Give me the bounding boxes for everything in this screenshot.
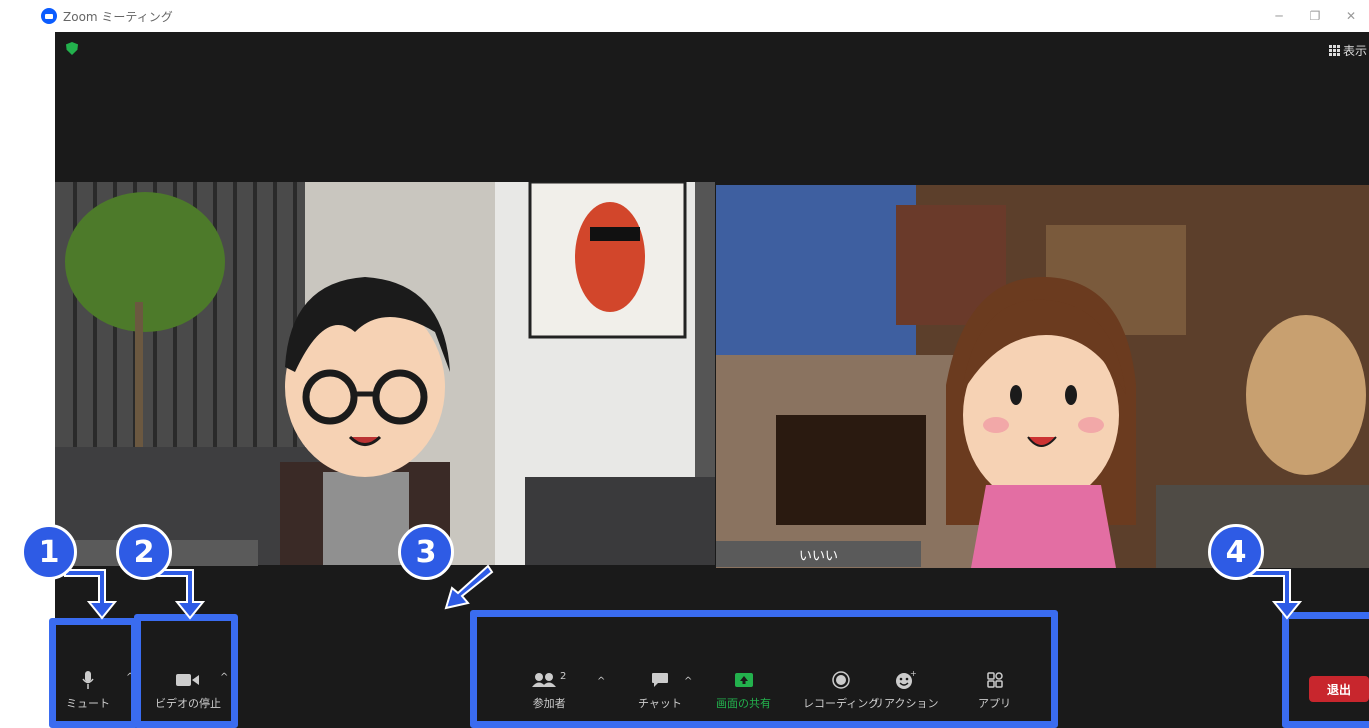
view-button[interactable]: 表示 <box>1328 42 1367 59</box>
highlight-box-mute <box>49 618 138 728</box>
highlight-box-leave <box>1282 612 1369 728</box>
callout-badge-4: 4 <box>1208 524 1264 580</box>
zoom-app-icon <box>41 8 57 24</box>
grid-icon <box>1328 45 1340 56</box>
callout-badge-2: 2 <box>116 524 172 580</box>
minimize-icon[interactable]: ─ <box>1261 9 1297 23</box>
highlight-box-video <box>134 614 238 728</box>
callout-badge-1: 1 <box>21 524 77 580</box>
video-tile-2[interactable] <box>716 185 1369 568</box>
window-controls: ─ ❐ ✕ <box>1261 0 1369 32</box>
name-tag-2: いいい <box>716 541 921 567</box>
video-feed-2 <box>716 185 1369 568</box>
view-label: 表示 <box>1342 44 1367 58</box>
close-icon[interactable]: ✕ <box>1333 9 1369 23</box>
title-bar: Zoom ミーティング ─ ❐ ✕ <box>0 0 1369 32</box>
callout-badge-3: 3 <box>398 524 454 580</box>
video-tile-1[interactable] <box>55 182 715 565</box>
video-feed-1 <box>55 182 715 565</box>
highlight-box-toolbar <box>470 610 1058 728</box>
window-title: Zoom ミーティング <box>63 9 173 24</box>
restore-icon[interactable]: ❐ <box>1297 9 1333 23</box>
